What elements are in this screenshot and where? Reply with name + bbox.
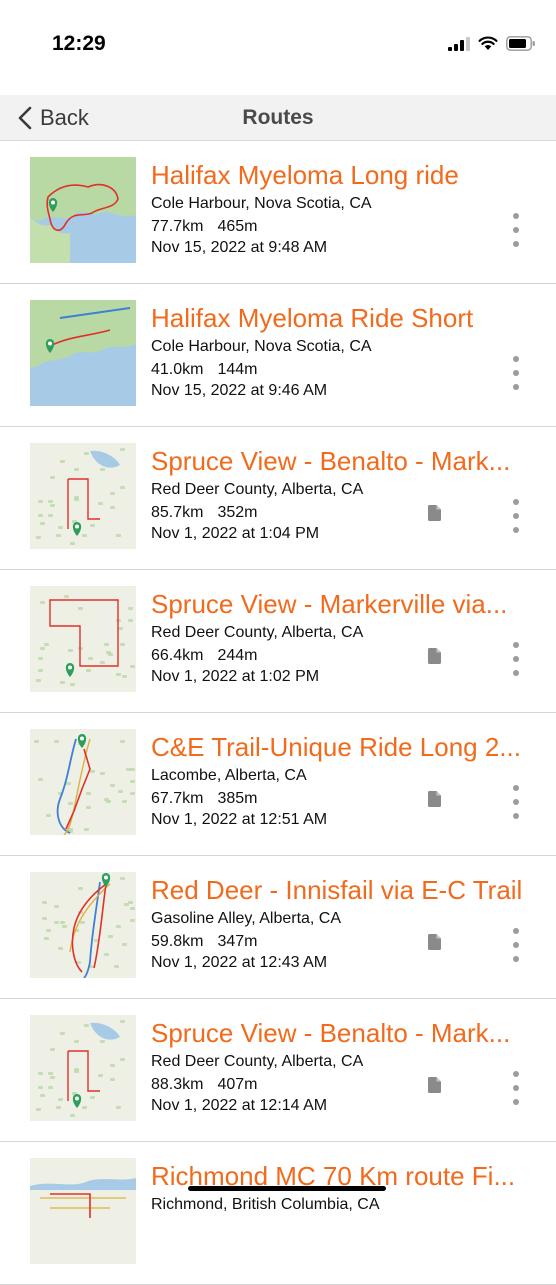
route-item[interactable]: Richmond MC 70 Km route Fi... Richmond, … [0,1142,556,1285]
file-icon [428,791,441,807]
route-location: Cole Harbour, Nova Scotia, CA [151,338,372,355]
route-item[interactable]: Spruce View - Markerville via... Red Dee… [0,570,556,713]
more-options-button[interactable] [505,213,527,247]
route-name: Spruce View - Markerville via... [151,589,508,619]
route-stats: 67.7km 385m [151,790,258,808]
file-icon [428,934,441,950]
signal-icon [448,36,470,51]
route-location: Richmond, British Columbia, CA [151,1196,380,1213]
route-distance: 88.3km [151,1076,204,1093]
route-distance: 85.7km [151,504,204,521]
navigation-bar: Back Routes [0,95,556,141]
route-distance: 59.8km [151,933,204,950]
status-icons [448,36,536,51]
route-stats: 41.0km 144m [151,361,258,379]
route-name: Halifax Myeloma Long ride [151,160,459,190]
route-item[interactable]: C&E Trail-Unique Ride Long 2... Lacombe,… [0,713,556,856]
more-options-button[interactable] [505,642,527,676]
battery-icon [506,36,535,51]
route-date: Nov 1, 2022 at 12:14 AM [151,1097,328,1114]
file-icon [428,505,441,521]
route-item[interactable]: Halifax Myeloma Ride Short Cole Harbour,… [0,284,556,427]
route-distance: 67.7km [151,790,204,807]
route-elevation: 352m [217,504,258,521]
route-map-thumbnail [30,872,136,978]
more-vertical-icon [513,356,519,362]
route-name: C&E Trail-Unique Ride Long 2... [151,732,521,762]
route-stats: 85.7km 352m [151,504,258,522]
file-icon [428,648,441,664]
route-stats: 77.7km 465m [151,218,258,236]
route-elevation: 407m [217,1076,258,1093]
more-options-button[interactable] [505,1071,527,1105]
route-name: Spruce View - Benalto - Mark... [151,446,511,476]
route-name: Spruce View - Benalto - Mark... [151,1018,511,1048]
route-distance: 41.0km [151,361,204,378]
route-stats: 66.4km 244m [151,647,258,665]
more-vertical-icon [513,785,519,791]
route-elevation: 385m [217,790,258,807]
route-elevation: 144m [217,361,258,378]
route-elevation: 465m [217,218,258,235]
route-map-thumbnail [30,443,136,549]
home-indicator[interactable] [188,1186,386,1191]
route-map-thumbnail [30,157,136,263]
more-vertical-icon [513,213,519,219]
wifi-icon [478,36,498,50]
more-vertical-icon [513,928,519,934]
route-map-thumbnail [30,1158,136,1264]
more-options-button[interactable] [505,499,527,533]
route-location: Red Deer County, Alberta, CA [151,1053,364,1070]
route-map-thumbnail [30,729,136,835]
route-date: Nov 1, 2022 at 1:04 PM [151,525,320,542]
back-button[interactable]: Back [18,95,89,140]
route-location: Red Deer County, Alberta, CA [151,481,364,498]
route-item[interactable]: Spruce View - Benalto - Mark... Red Deer… [0,427,556,570]
route-location: Gasoline Alley, Alberta, CA [151,910,342,927]
more-options-button[interactable] [505,928,527,962]
route-location: Lacombe, Alberta, CA [151,767,307,784]
route-map-thumbnail [30,586,136,692]
route-location: Red Deer County, Alberta, CA [151,624,364,641]
route-list: Halifax Myeloma Long ride Cole Harbour, … [0,141,556,1285]
route-name: Red Deer - Innisfail via E-C Trail [151,875,523,905]
route-date: Nov 1, 2022 at 12:43 AM [151,954,328,971]
chevron-left-icon [18,106,32,129]
back-label: Back [40,104,89,130]
route-distance: 77.7km [151,218,204,235]
status-bar: 12:29 [0,0,556,95]
route-item[interactable]: Spruce View - Benalto - Mark... Red Deer… [0,999,556,1142]
more-vertical-icon [513,642,519,648]
route-date: Nov 15, 2022 at 9:48 AM [151,239,328,256]
route-stats: 59.8km 347m [151,933,258,951]
route-date: Nov 1, 2022 at 1:02 PM [151,668,320,685]
route-name: Halifax Myeloma Ride Short [151,303,474,333]
route-stats: 88.3km 407m [151,1076,258,1094]
route-distance: 66.4km [151,647,204,664]
route-date: Nov 1, 2022 at 12:51 AM [151,811,328,828]
file-icon [428,1077,441,1093]
more-vertical-icon [513,499,519,505]
route-location: Cole Harbour, Nova Scotia, CA [151,195,372,212]
more-options-button[interactable] [505,356,527,390]
route-item[interactable]: Halifax Myeloma Long ride Cole Harbour, … [0,141,556,284]
route-elevation: 347m [217,933,258,950]
route-item[interactable]: Red Deer - Innisfail via E-C Trail Gasol… [0,856,556,999]
more-vertical-icon [513,1071,519,1077]
route-map-thumbnail [30,300,136,406]
status-time: 12:29 [52,32,106,55]
route-elevation: 244m [217,647,258,664]
route-map-thumbnail [30,1015,136,1121]
more-options-button[interactable] [505,785,527,819]
route-date: Nov 15, 2022 at 9:46 AM [151,382,328,399]
